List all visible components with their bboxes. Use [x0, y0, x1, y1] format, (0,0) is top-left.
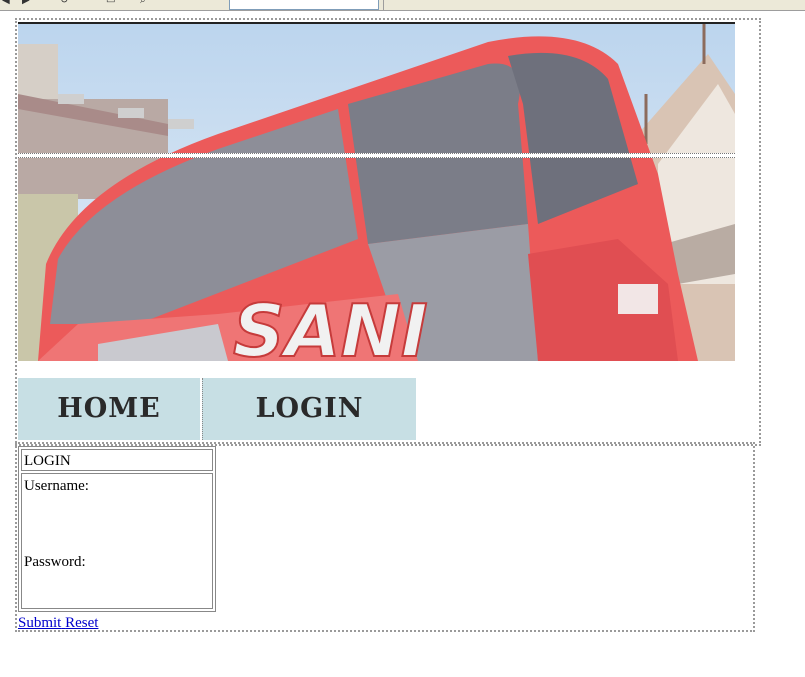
login-title: LOGIN [21, 449, 213, 471]
page-icon[interactable]: ▭ [106, 0, 116, 6]
toolbar-divider [383, 0, 384, 10]
address-field[interactable] [229, 0, 379, 10]
bus-banner-image: SANI [18, 22, 735, 361]
reset-link[interactable]: Reset [65, 615, 98, 631]
banner-divider [18, 153, 735, 158]
nav-login-label[interactable]: LOGIN [203, 378, 416, 440]
svg-text:SANI: SANI [233, 289, 428, 361]
nav-home-label[interactable]: HOME [18, 378, 200, 440]
submit-link[interactable]: Submit [18, 615, 61, 631]
login-form: LOGIN Username: Password: [18, 446, 216, 612]
password-label: Password: [24, 554, 86, 570]
refresh-icon[interactable]: ↻ [60, 0, 70, 6]
login-fields: Username: Password: [21, 473, 213, 609]
forward-icon[interactable]: ▶ [22, 0, 32, 6]
back-icon[interactable]: ◀ [2, 0, 12, 6]
browser-toolbar: ◀ ▶ ↻ ▭ ⌕ [0, 0, 805, 11]
search-icon[interactable]: ⌕ [140, 0, 150, 6]
form-actions: Submit Reset [18, 614, 98, 632]
nav-home-button[interactable]: HOME [18, 378, 200, 440]
nav-login-button[interactable]: LOGIN [202, 378, 416, 440]
username-label: Username: [24, 478, 89, 494]
